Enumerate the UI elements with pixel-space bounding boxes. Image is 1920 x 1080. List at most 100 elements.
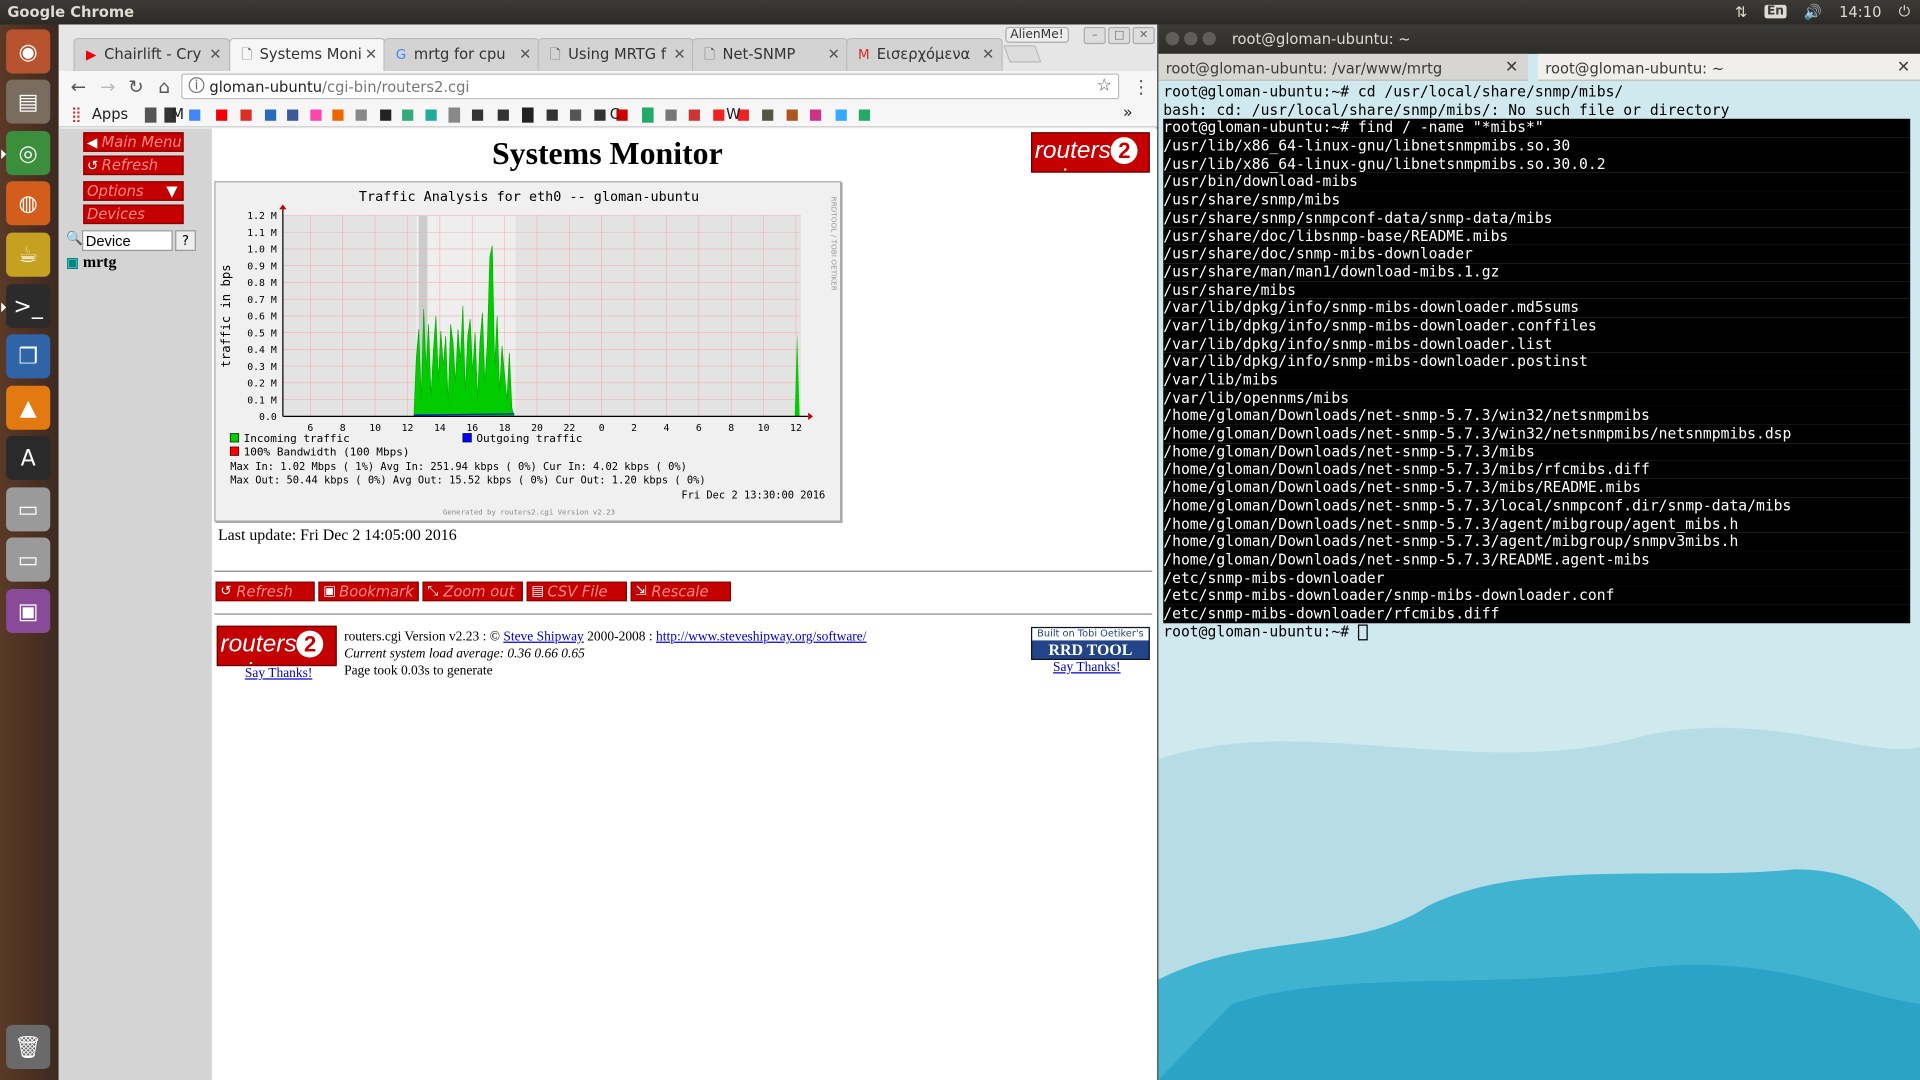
apps-bookmark[interactable]: Apps <box>92 105 128 122</box>
bookmark-icon[interactable]: ■ <box>329 105 346 122</box>
routers2-logo[interactable]: routers2cgi <box>1031 132 1150 173</box>
browser-tab[interactable]: M Εισερχόμενα ✕ <box>846 37 1003 72</box>
bookmark-star-icon[interactable]: ☆ <box>1096 76 1111 96</box>
ubuntu-dash-icon[interactable]: ◉ <box>6 29 51 74</box>
bookmark-icon[interactable]: ■ <box>238 105 255 122</box>
csv-file-button[interactable]: ▤ CSV File <box>526 581 627 602</box>
close-icon[interactable] <box>1165 31 1180 46</box>
apps-grid-icon[interactable]: ⣿ <box>71 105 82 122</box>
browser-tab[interactable]: 🗋 Using MRTG f ✕ <box>537 37 695 72</box>
bookmark-icon[interactable]: ■ <box>807 105 824 122</box>
volume-icon[interactable]: 🔊 <box>1804 3 1822 20</box>
terminal-tab-home[interactable]: root@gloman-ubuntu: ~ ✕ <box>1537 53 1920 81</box>
bookmark-icon[interactable]: ■ <box>567 105 584 122</box>
terminal-icon[interactable]: >_ <box>1 284 51 329</box>
bookmark-icon[interactable]: ■ <box>469 105 486 122</box>
close-tab-icon[interactable]: ✕ <box>1897 59 1910 77</box>
bookmark-icon[interactable]: ■ <box>784 105 801 122</box>
settings-window-icon[interactable]: ▣ <box>6 588 51 634</box>
maximize-button[interactable]: □ <box>1108 26 1131 45</box>
bookmark-icon[interactable]: ▇ <box>639 105 656 122</box>
notes-icon[interactable]: ☕ <box>6 232 51 277</box>
terminal-output[interactable]: root@gloman-ubuntu:~# cd /usr/local/shar… <box>1163 83 1911 641</box>
bookmark-icon[interactable]: ■ <box>591 105 608 122</box>
close-window-button[interactable]: ✕ <box>1132 26 1155 45</box>
forward-icon[interactable]: → <box>96 75 120 99</box>
bookmark-icon[interactable]: ■ <box>544 105 561 122</box>
terminal-tab-mrtg[interactable]: root@gloman-ubuntu: /var/www/mrtg ✕ <box>1158 53 1529 81</box>
zoom-out-button[interactable]: ⤡ Zoom out <box>422 581 523 602</box>
files-icon[interactable]: ▤ <box>6 79 51 124</box>
close-tab-icon[interactable]: ✕ <box>828 45 840 62</box>
bookmark-label[interactable]: M <box>171 105 184 122</box>
bookmark-icon[interactable]: ■ <box>662 105 679 122</box>
bookmark-icon[interactable]: ■ <box>710 105 727 122</box>
bookmark-icon[interactable]: ■ <box>422 105 439 122</box>
bookmark-icon[interactable]: ■ <box>262 105 279 122</box>
bookmark-icon[interactable]: ▇ <box>446 105 463 122</box>
bookmark-icon[interactable]: ■ <box>213 105 230 122</box>
minimize-button[interactable]: – <box>1083 26 1106 45</box>
bookmark-icon[interactable]: ■ <box>833 105 850 122</box>
close-tab-icon[interactable]: ✕ <box>982 45 994 62</box>
profile-badge[interactable]: AlienMe! <box>1005 26 1069 43</box>
help-button[interactable]: ? <box>175 230 196 252</box>
power-gear-icon[interactable]: ⏻ <box>1899 2 1911 20</box>
rrdtool-logo[interactable]: Built on Tobi Oetiker's RRD TOOL <box>1031 626 1150 660</box>
home-icon[interactable]: ⌂ <box>152 75 176 99</box>
browser-tab[interactable]: 🗋 Net-SNMP ✕ <box>691 37 849 72</box>
network-icon[interactable]: ⇅ <box>1735 3 1747 20</box>
reload-icon[interactable]: ↻ <box>124 75 148 99</box>
trash-icon[interactable]: 🗑 <box>6 1024 51 1069</box>
routers2-footer-logo[interactable]: routers2cgi <box>216 625 337 667</box>
firefox-icon[interactable]: ◍ <box>6 181 51 226</box>
refresh-menu-button[interactable]: ↺ Refresh <box>83 155 184 176</box>
bookmark-icon[interactable]: ■ <box>495 105 512 122</box>
close-tab-icon[interactable]: ✕ <box>209 45 221 62</box>
keyboard-layout-indicator[interactable]: En <box>1764 4 1787 19</box>
bookmark-icon[interactable]: ▇ <box>142 105 159 122</box>
clock[interactable]: 14:10 <box>1839 3 1881 20</box>
bookmark-icon[interactable]: ■ <box>284 105 301 122</box>
close-tab-icon[interactable]: ✕ <box>1505 59 1518 77</box>
drive-icon[interactable]: ▭ <box>6 487 51 532</box>
more-bookmarks-icon[interactable]: » <box>1123 104 1133 122</box>
devices-menu-button[interactable]: Devices <box>83 204 184 225</box>
close-tab-icon[interactable]: ✕ <box>673 45 685 62</box>
bookmark-icon[interactable]: ■ <box>856 105 873 122</box>
chrome-icon[interactable]: ◎ <box>1 131 51 176</box>
maximize-icon[interactable] <box>1202 31 1216 46</box>
bookmark-label[interactable]: G <box>523 105 534 122</box>
bookmark-icon[interactable]: ■ <box>186 105 203 122</box>
close-tab-icon[interactable]: ✕ <box>519 45 531 62</box>
chrome-menu-icon[interactable]: ⋮ <box>1129 75 1153 99</box>
main-menu-button[interactable]: ◀ Main Menu <box>83 132 184 152</box>
device-item-mrtg[interactable]: ▣ mrtg <box>66 252 116 272</box>
say-thanks-rrd-link[interactable]: Say Thanks! <box>1053 660 1120 675</box>
terminal-prompt-line[interactable]: root@gloman-ubuntu:~# <box>1163 623 1910 641</box>
virtualbox-icon[interactable]: ❒ <box>6 334 51 379</box>
bookmark-icon[interactable]: ■ <box>759 105 776 122</box>
close-tab-icon[interactable]: ✕ <box>365 45 377 62</box>
bookmark-icon[interactable]: ■ <box>399 105 416 122</box>
bookmark-label[interactable]: W <box>726 105 741 122</box>
site-info-icon[interactable]: i <box>188 77 205 94</box>
refresh-button[interactable]: ↺ Refresh <box>215 581 315 602</box>
browser-tab[interactable]: Gmrtg for cpu ✕ <box>383 37 540 72</box>
options-menu-button[interactable]: Options ▼ <box>83 181 184 201</box>
browser-tab[interactable]: 🗋 Systems Moni ✕ <box>228 37 386 72</box>
address-bar[interactable]: i gloman-ubuntu/cgi-bin/routers2.cgi ☆ <box>181 73 1120 100</box>
bookmark-icon[interactable]: ■ <box>686 105 703 122</box>
drive2-icon[interactable]: ▭ <box>6 537 51 582</box>
software-url-link[interactable]: http://www.steveshipway.org/software/ <box>656 629 866 644</box>
software-updater-icon[interactable]: A <box>6 435 51 480</box>
new-tab-button[interactable] <box>1003 45 1042 63</box>
author-link[interactable]: Steve Shipway <box>503 629 583 644</box>
bookmark-button[interactable]: ▣ Bookmark <box>318 581 419 602</box>
bookmark-icon[interactable]: ■ <box>377 105 394 122</box>
bookmark-label[interactable]: C <box>610 105 620 122</box>
browser-tab[interactable]: ▶ Chairlift - Cry ✕ <box>73 37 231 72</box>
rescale-button[interactable]: ⇲ Rescale <box>630 581 732 602</box>
vlc-icon[interactable]: ▲ <box>6 385 51 430</box>
bookmark-icon[interactable]: ■ <box>353 105 370 122</box>
